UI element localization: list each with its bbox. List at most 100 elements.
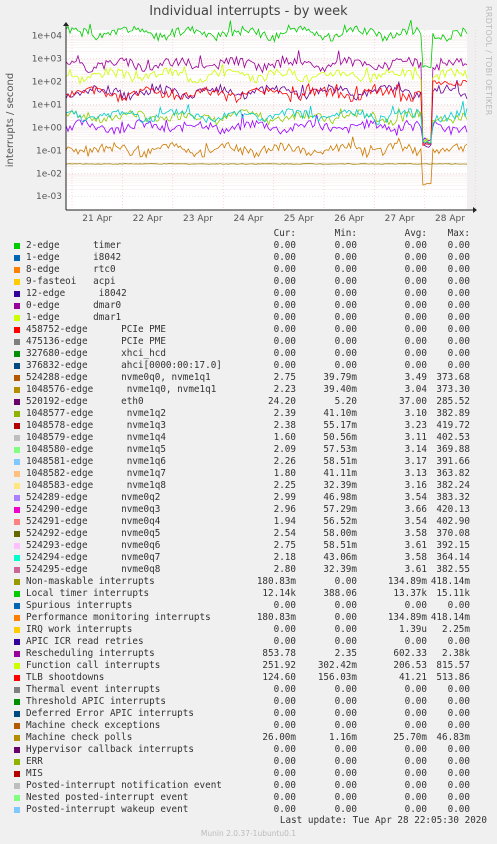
munin-version: Munin 2.0.37-1ubuntu0.1	[200, 829, 297, 838]
legend-min-value: 0.00	[334, 780, 357, 791]
legend-max-value: 0.00	[447, 636, 470, 647]
legend-label: Deferred Error APIC interrupts	[26, 708, 194, 719]
legend-min-value: 0.00	[334, 684, 357, 695]
legend-min-value: 0.00	[334, 696, 357, 707]
legend-swatch	[14, 663, 20, 669]
legend-cur-value: 2.75	[273, 540, 296, 551]
legend-row: 524291-edge nvme0q4 1.94 56.52m 3.54 402.90	[0, 516, 497, 528]
legend-row: Hypervisor callback interrupts 0.00 0.00 0.…	[0, 744, 497, 756]
legend-row: 1048577-edge nvme1q2 2.39 41.10m 3.10 382.89	[0, 408, 497, 420]
legend-swatch	[14, 543, 20, 549]
legend-cur-value: 0.00	[273, 360, 296, 371]
legend-row: Machine check polls 26.00m 1.16m 25.70m 46.8…	[0, 732, 497, 744]
legend-label: 475136-edge PCIe PME	[26, 336, 166, 347]
legend-label: Hypervisor callback interrupts	[26, 744, 194, 755]
x-tick-label: 26 Apr	[334, 214, 364, 224]
legend-row: Performance monitoring interrupts 180.83m…	[0, 612, 497, 624]
legend-swatch	[14, 435, 20, 441]
y-tick-label: 1e-02	[36, 169, 62, 179]
legend-min-value: 0.00	[334, 612, 357, 623]
legend-row: 524294-edge nvme0q7 2.18 43.06m 3.58 364.14	[0, 552, 497, 564]
legend-max-value: 2.25m	[442, 624, 470, 635]
legend-label: 520192-edge eth0	[26, 396, 144, 407]
legend-cur-value: 0.00	[273, 756, 296, 767]
legend-min-value: 58.51m	[323, 456, 357, 467]
legend-cur-value: 251.92	[262, 660, 296, 671]
legend-max-value: 513.86	[436, 672, 470, 683]
legend-max-value: 363.82	[436, 468, 470, 479]
legend-cur-value: 2.75	[273, 372, 296, 383]
legend-label: 524294-edge nvme0q7	[26, 552, 161, 563]
legend-row: Deferred Error APIC interrupts 0.00 0.00 0.…	[0, 708, 497, 720]
legend-cur-value: 0.00	[273, 720, 296, 731]
legend-label: 1048583-edge nvme1q8	[26, 480, 166, 491]
legend-min-value: 0.00	[334, 720, 357, 731]
legend-max-value: 373.30	[436, 384, 470, 395]
legend-row: 9-fasteoi acpi 0.00 0.00 0.00 0.00	[0, 276, 497, 288]
legend-swatch	[14, 639, 20, 645]
legend-row: Non-maskable interrupts 180.83m 0.00 134.89…	[0, 576, 497, 588]
legend-cur-value: 2.38	[273, 420, 296, 431]
legend-max-value: 364.14	[436, 552, 470, 563]
x-tick-label: 24 Apr	[233, 214, 263, 224]
legend-row: TLB shootdowns 124.60 156.03m 41.21 513.86	[0, 672, 497, 684]
x-tick-label: 22 Apr	[133, 214, 163, 224]
legend-cur-value: 124.60	[262, 672, 296, 683]
legend-swatch	[14, 483, 20, 489]
legend-swatch	[14, 399, 20, 405]
legend-row: 520192-edge eth0 24.20 5.20 37.00 285.52	[0, 396, 497, 408]
legend-cur-value: 0.00	[273, 240, 296, 251]
legend-cur-value: 2.99	[273, 492, 296, 503]
y-tick-label: 1e-01	[36, 146, 62, 156]
legend-swatch	[14, 555, 20, 561]
legend-row: 1-edge i8042 0.00 0.00 0.00 0.00	[0, 252, 497, 264]
legend-label: Local timer interrupts	[26, 588, 150, 599]
legend-min-value: 0.00	[334, 624, 357, 635]
legend-max-value: 0.00	[447, 768, 470, 779]
legend-swatch	[14, 387, 20, 393]
legend-min-value: 57.53m	[323, 444, 357, 455]
legend-row: Machine check exceptions 0.00 0.00 0.00 0.00	[0, 720, 497, 732]
legend-row: ERR 0.00 0.00 0.00 0.00	[0, 756, 497, 768]
legend-swatch	[14, 423, 20, 429]
legend-cur-value: 1.60	[273, 432, 296, 443]
legend-label: Posted-interrupt notification event	[26, 780, 222, 791]
legend-cur-value: 24.20	[268, 396, 296, 407]
legend-max-value: 418.14m	[430, 576, 470, 587]
legend-min-value: 32.39m	[323, 480, 357, 491]
legend-row: Nested posted-interrupt event 0.00 0.00 0.0…	[0, 792, 497, 804]
legend-label: 0-edge dmar0	[26, 300, 122, 311]
legend-max-value: 419.72	[436, 420, 470, 431]
x-tick-label: 25 Apr	[284, 214, 314, 224]
legend-swatch	[14, 519, 20, 525]
legend-row: Threshold APIC interrupts 0.00 0.00 0.00 0.0…	[0, 696, 497, 708]
chart-area: 1e-03 1e-02 1e-01 1e+00 1e+01 1e+02 1e+03 1e+04…	[5, 19, 477, 224]
legend-row: IRQ work interrupts 0.00 0.00 1.39u 2.25m	[0, 624, 497, 636]
legend-label: Machine check exceptions	[26, 720, 161, 731]
legend-row: 2-edge timer 0.00 0.00 0.00 0.00	[0, 240, 497, 252]
legend-max-value: 0.00	[447, 276, 470, 287]
legend-label: 1048582-edge nvme1q7	[26, 468, 166, 479]
legend-cur-value: 0.00	[273, 696, 296, 707]
legend-min-value: 0.00	[334, 252, 357, 263]
legend-label: Performance monitoring interrupts	[26, 612, 211, 623]
legend-min-value: 0.00	[334, 360, 357, 371]
x-tick-label: 23 Apr	[183, 214, 213, 224]
legend-min-value: 32.39m	[323, 564, 357, 575]
legend-max-value: 2.38k	[442, 648, 470, 659]
legend-max-value: 0.00	[447, 336, 470, 347]
legend-cur-value: 0.00	[273, 348, 296, 359]
legend-swatch	[14, 651, 20, 657]
legend-swatch	[14, 771, 20, 777]
legend-swatch	[14, 255, 20, 261]
legend-max-value: 420.13	[436, 504, 470, 515]
y-tick-label: 1e+04	[32, 32, 63, 42]
legend-label: 1048581-edge nvme1q6	[26, 456, 166, 467]
legend-max-value: 383.32	[436, 492, 470, 503]
legend-row: 327680-edge xhci_hcd 0.00 0.00 0.00 0.00	[0, 348, 497, 360]
legend-max-value: 0.00	[447, 696, 470, 707]
legend-label: 1048577-edge nvme1q2	[26, 408, 166, 419]
legend-swatch	[14, 699, 20, 705]
legend-cur-value: 0.00	[273, 288, 296, 299]
legend-swatch	[14, 327, 20, 333]
